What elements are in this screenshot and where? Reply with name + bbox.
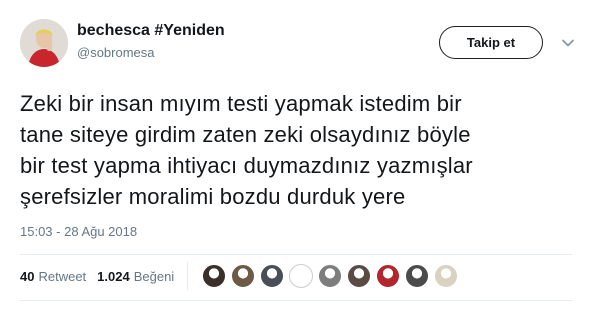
avatar-image: [20, 19, 68, 67]
author-display-name[interactable]: bechesca #Yeniden: [77, 22, 225, 40]
retweet-count[interactable]: 40 Retweet: [20, 269, 86, 284]
liker-avatar[interactable]: [376, 264, 400, 288]
liker-avatar[interactable]: [318, 264, 342, 288]
like-count-label: Beğeni: [133, 268, 175, 284]
liker-avatars: [202, 264, 463, 288]
liker-avatar[interactable]: [405, 264, 429, 288]
tweet-text-line: bir test yapma ihtiyacı duymazdınız yazm…: [20, 153, 473, 178]
liker-avatar[interactable]: [260, 264, 284, 288]
tweet-text-line: tane siteye girdim zaten zeki olsaydınız…: [20, 122, 471, 147]
tweet-timestamp[interactable]: 15:03 - 28 Ağu 2018: [20, 224, 137, 239]
liker-avatar[interactable]: [347, 264, 371, 288]
retweet-count-label: Retweet: [38, 268, 87, 284]
author-handle[interactable]: @sobromesa: [77, 45, 155, 60]
tweet-text-line: şerefsizler moralimi bozdu durduk yere: [20, 184, 406, 209]
liker-avatar[interactable]: [231, 264, 255, 288]
tweet-stats: 40 Retweet 1.024 Beğeni: [20, 265, 174, 287]
liker-avatar[interactable]: [202, 264, 226, 288]
follow-button[interactable]: Takip et: [439, 26, 543, 59]
divider: [20, 300, 572, 301]
stats-separator: [187, 262, 188, 290]
liker-avatar[interactable]: [434, 264, 458, 288]
chevron-down-icon[interactable]: [561, 36, 575, 50]
like-count[interactable]: 1.024 Beğeni: [97, 269, 174, 284]
like-count-value: 1.024: [97, 268, 130, 284]
liker-avatar[interactable]: [289, 264, 313, 288]
author-avatar[interactable]: [20, 19, 68, 67]
divider: [20, 254, 572, 255]
tweet-text-line: Zeki bir insan mıyım testi yapmak istedi…: [20, 91, 462, 116]
tweet-text: Zeki bir insan mıyım testi yapmak istedi…: [20, 88, 580, 212]
retweet-count-value: 40: [20, 268, 35, 284]
